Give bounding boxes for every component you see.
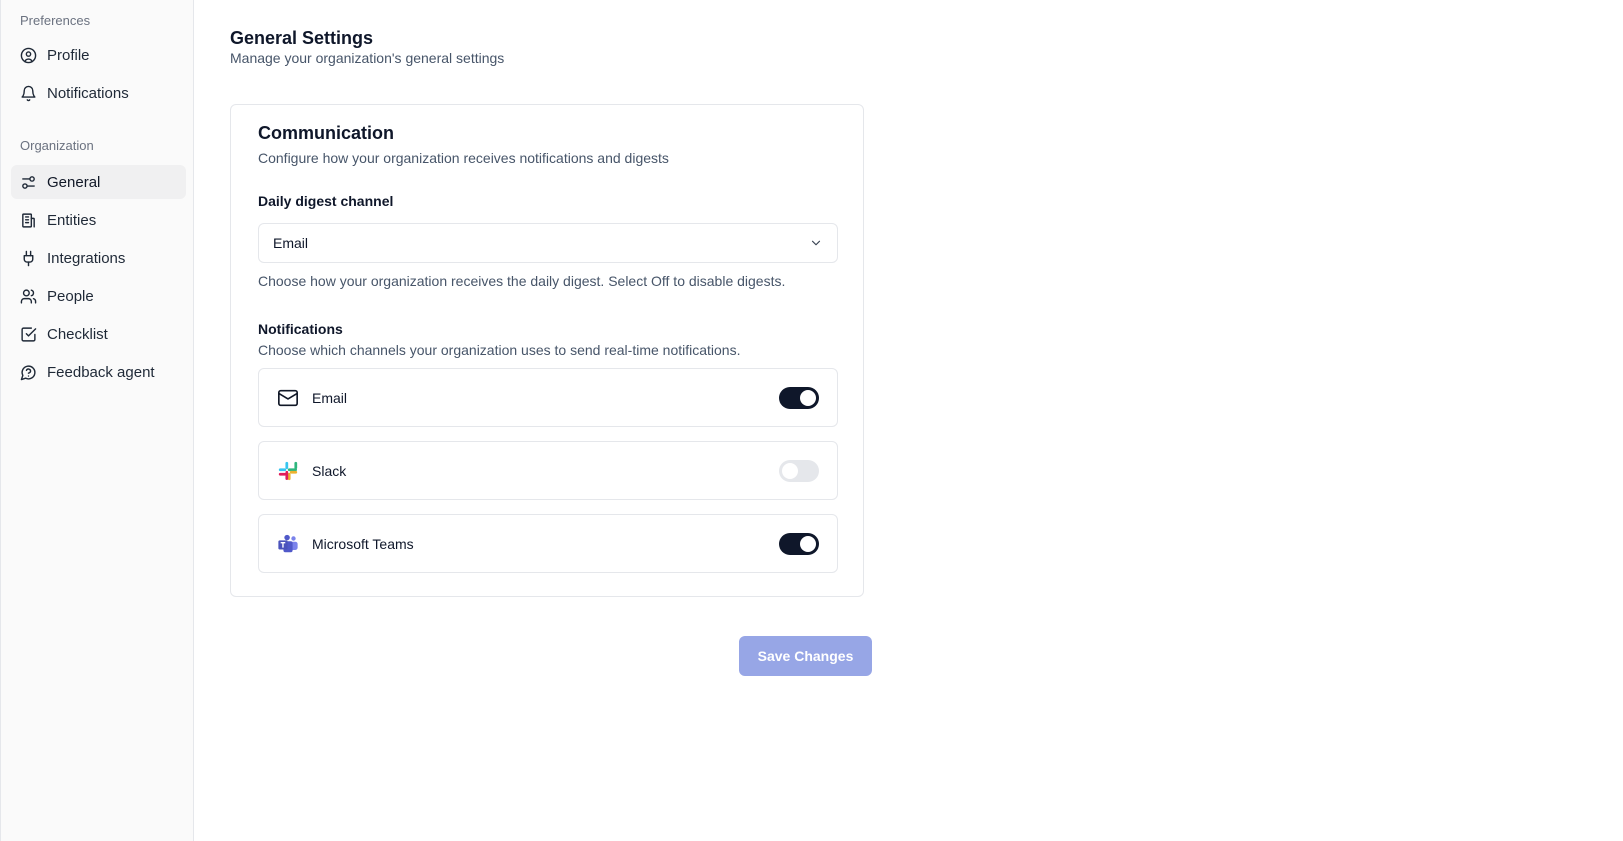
plug-icon [20, 250, 37, 267]
sidebar-item-entities[interactable]: Entities [11, 203, 186, 237]
sidebar-item-label: Integrations [47, 249, 126, 267]
digest-channel-label: Daily digest channel [258, 193, 394, 209]
sidebar-item-integrations[interactable]: Integrations [11, 241, 186, 275]
sidebar-item-label: Notifications [47, 84, 129, 102]
checkbox-icon [20, 326, 37, 343]
sidebar-item-label: Profile [47, 46, 90, 64]
sidebar-item-label: People [47, 287, 94, 305]
sidebar-item-profile[interactable]: Profile [11, 38, 186, 72]
sidebar-item-label: Feedback agent [47, 363, 155, 381]
sidebar-section-preferences: Preferences [20, 13, 91, 28]
channel-row-email: Email [258, 368, 838, 427]
toggle-knob [782, 462, 798, 479]
mail-icon [277, 387, 299, 409]
sliders-icon [20, 174, 37, 191]
sidebar-item-people[interactable]: People [11, 279, 186, 313]
notifications-subtitle: Choose which channels your organization … [258, 342, 741, 358]
channel-label: Slack [312, 462, 347, 479]
sidebar: Preferences Profile Notifications Organi… [0, 0, 194, 841]
channel-label: Email [312, 389, 348, 406]
save-changes-button[interactable]: Save Changes [739, 636, 872, 676]
sidebar-item-general[interactable]: General [11, 165, 186, 199]
sidebar-item-checklist[interactable]: Checklist [11, 317, 186, 351]
sidebar-item-label: General [47, 173, 101, 191]
slack-icon [277, 460, 299, 482]
channel-label: Microsoft Teams [312, 535, 414, 552]
card-title: Communication [258, 123, 395, 143]
notifications-title: Notifications [258, 321, 343, 337]
toggle-knob [800, 389, 816, 406]
building-icon [20, 212, 37, 229]
digest-channel-select[interactable]: Email [258, 223, 838, 263]
channel-row-slack: Slack [258, 441, 838, 500]
users-icon [20, 288, 37, 305]
sidebar-item-label: Checklist [47, 325, 108, 343]
bell-icon [20, 85, 37, 102]
digest-help-text: Choose how your organization receives th… [258, 273, 786, 289]
communication-card: Communication Configure how your organiz… [230, 104, 864, 597]
slack-toggle[interactable] [779, 459, 819, 482]
card-subtitle: Configure how your organization receives… [258, 150, 669, 166]
sidebar-section-organization: Organization [20, 138, 94, 153]
email-toggle[interactable] [779, 386, 819, 409]
toggle-knob [800, 535, 816, 552]
sidebar-item-notifications[interactable]: Notifications [11, 76, 186, 110]
page-subtitle: Manage your organization's general setti… [230, 50, 505, 66]
digest-channel-value: Email [273, 235, 309, 251]
sidebar-item-label: Entities [47, 211, 97, 229]
teams-icon [277, 533, 299, 555]
teams-toggle[interactable] [779, 532, 819, 555]
page-title: General Settings [230, 28, 374, 48]
channel-row-microsoft-teams: Microsoft Teams [258, 514, 838, 573]
chevron-down-icon [809, 236, 823, 250]
sidebar-item-feedback-agent[interactable]: Feedback agent [11, 355, 186, 389]
user-circle-icon [20, 47, 37, 64]
message-question-icon [20, 364, 37, 381]
